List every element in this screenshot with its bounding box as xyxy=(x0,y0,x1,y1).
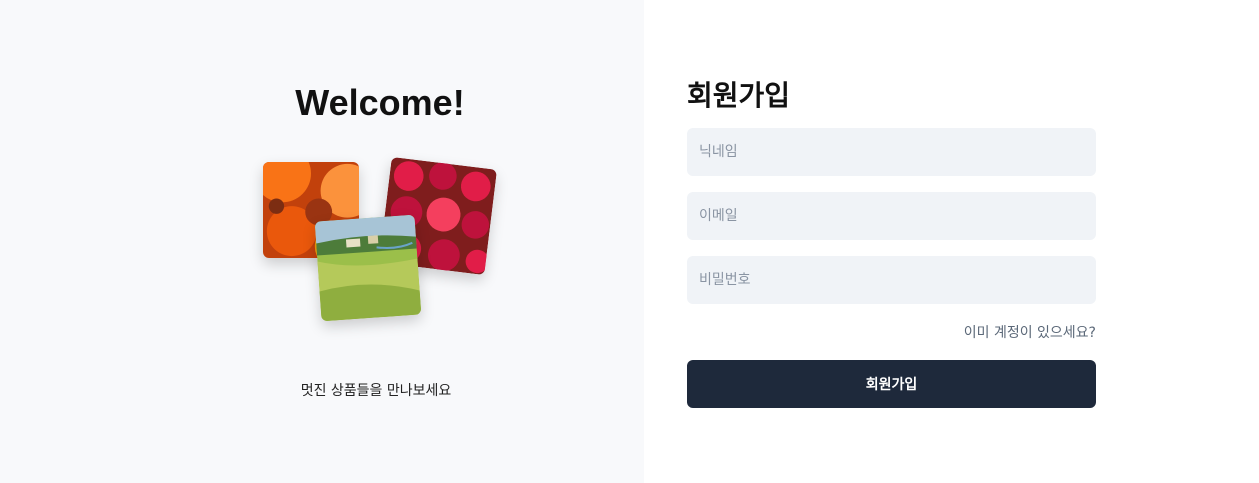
signup-title: 회원가입 xyxy=(687,79,791,112)
signup-button[interactable]: 회원가입 xyxy=(687,360,1096,408)
nickname-input[interactable] xyxy=(687,128,1096,176)
email-input[interactable] xyxy=(687,192,1096,240)
login-link[interactable]: 이미 계정이 있으세요? xyxy=(964,322,1096,342)
welcome-title: Welcome! xyxy=(295,82,465,123)
signup-panel xyxy=(644,0,1259,483)
welcome-tagline: 멋진 상품들을 만나보세요 xyxy=(300,383,452,399)
password-input[interactable] xyxy=(687,256,1096,304)
landscape-painting xyxy=(314,214,422,322)
